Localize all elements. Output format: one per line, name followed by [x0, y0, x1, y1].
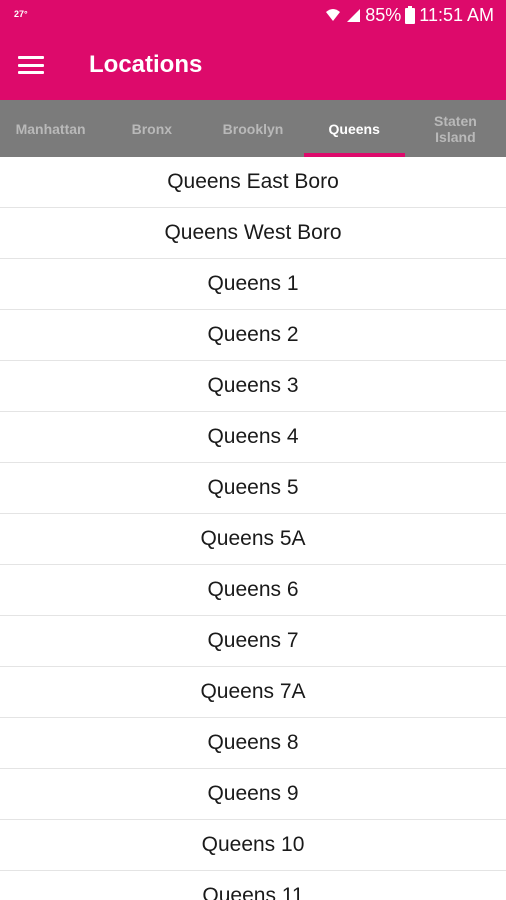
temperature-indicator: 27° [14, 9, 28, 19]
list-item[interactable]: Queens 4 [0, 412, 506, 463]
tab-label: Staten Island [434, 112, 477, 145]
app-bar: Locations [0, 30, 506, 100]
list-item[interactable]: Queens 9 [0, 769, 506, 820]
tab-bronx[interactable]: Bronx [101, 100, 202, 157]
tab-staten-island[interactable]: Staten Island [405, 100, 506, 157]
tab-manhattan[interactable]: Manhattan [0, 100, 101, 157]
borough-tabs: Manhattan Bronx Brooklyn Queens Staten I… [0, 100, 506, 157]
tab-label: Manhattan [15, 120, 86, 137]
list-item[interactable]: Queens 1 [0, 259, 506, 310]
location-list: Queens East Boro Queens West Boro Queens… [0, 157, 506, 900]
list-item[interactable]: Queens 5 [0, 463, 506, 514]
list-item[interactable]: Queens 10 [0, 820, 506, 871]
list-item[interactable]: Queens 11 [0, 871, 506, 900]
tab-label: Bronx [131, 120, 173, 137]
list-item[interactable]: Queens 6 [0, 565, 506, 616]
wifi-icon [325, 7, 341, 23]
status-bar: 27° 85% 11:51 AM [0, 0, 506, 30]
tab-queens[interactable]: Queens [303, 100, 406, 157]
list-item[interactable]: Queens 8 [0, 718, 506, 769]
list-item[interactable]: Queens West Boro [0, 208, 506, 259]
list-item[interactable]: Queens 3 [0, 361, 506, 412]
list-item[interactable]: Queens 5A [0, 514, 506, 565]
signal-icon [345, 7, 361, 23]
list-item[interactable]: Queens East Boro [0, 157, 506, 208]
list-item[interactable]: Queens 7 [0, 616, 506, 667]
hamburger-menu-icon[interactable] [18, 54, 44, 76]
list-item[interactable]: Queens 2 [0, 310, 506, 361]
page-title: Locations [89, 51, 203, 78]
tab-brooklyn[interactable]: Brooklyn [202, 100, 303, 157]
clock: 11:51 AM [419, 4, 494, 25]
battery-percent: 85% [365, 4, 402, 25]
tab-label: Brooklyn [222, 120, 284, 137]
list-item[interactable]: Queens 7A [0, 667, 506, 718]
tab-label: Queens [328, 120, 380, 137]
status-icons: 85% 11:51 AM [325, 5, 494, 26]
battery-icon [405, 6, 416, 24]
